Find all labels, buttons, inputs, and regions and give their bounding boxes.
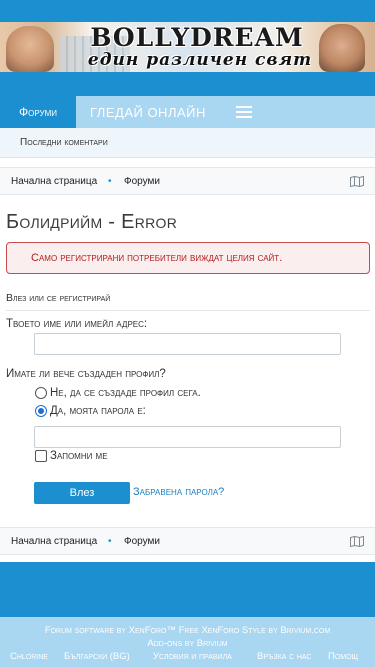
breadcrumb-forums[interactable]: Форуми [124, 176, 160, 187]
sub-nav: Последни коментари [0, 128, 375, 158]
breadcrumb-home[interactable]: Начална страница [11, 176, 97, 187]
radio-no-account[interactable] [35, 387, 47, 399]
breadcrumb-separator: • [108, 176, 112, 187]
breadcrumb-bottom: Начална страница • Форуми [0, 527, 375, 555]
username-input[interactable] [34, 333, 341, 355]
radio-has-account-label[interactable]: Да, моята парола е: [50, 405, 146, 417]
breadcrumb-separator: • [108, 536, 112, 547]
breadcrumb-forums[interactable]: Форуми [124, 536, 160, 547]
sitemap-icon[interactable] [350, 536, 364, 547]
remember-me-checkbox[interactable] [35, 450, 47, 462]
breadcrumb: Начална страница • Форуми [0, 167, 375, 195]
error-message: Само регистрирани потребители виждат цел… [6, 242, 370, 274]
breadcrumb-home[interactable]: Начална страница [11, 536, 97, 547]
sitemap-icon[interactable] [350, 176, 364, 187]
banner-portrait-left [6, 26, 54, 72]
tab-forums[interactable]: Форуми [0, 96, 76, 128]
forgot-password-link[interactable]: Забравена парола? [133, 486, 224, 498]
password-input[interactable] [34, 426, 341, 448]
footer-link-terms[interactable]: Условия и правила [153, 651, 232, 662]
username-label: Твоето име или имейл адрес: [6, 318, 148, 330]
login-section-title: Влез или се регистрирай [6, 292, 370, 311]
logo-subtitle: един различен свят [87, 50, 313, 70]
page-title: Болидрийм - Error [6, 211, 178, 233]
site-logo-banner[interactable]: BOLLYDREAM един различен свят [0, 22, 375, 72]
logo-title: BOLLYDREAM [90, 23, 304, 52]
main-nav: Форуми ГЛЕДАЙ ОНЛАЙН [0, 96, 375, 128]
latest-comments-link[interactable]: Последни коментари [20, 137, 108, 148]
footer-link-help[interactable]: Помощ [328, 651, 358, 662]
tab-watch-online[interactable]: ГЛЕДАЙ ОНЛАЙН [90, 96, 206, 128]
radio-has-account[interactable] [35, 405, 47, 417]
footer-link-style[interactable]: Chlorine [10, 651, 48, 662]
footer-addons[interactable]: Add-ons by Brivium [0, 638, 375, 649]
have-account-label: Имате ли вече създаден профил? [6, 368, 166, 380]
footer-credits[interactable]: Forum software by XenForo™ Free XenForo … [0, 625, 375, 636]
footer-link-contact[interactable]: Връзка с нас [257, 651, 311, 662]
footer-link-language[interactable]: Български (BG) [64, 651, 130, 662]
footer: Forum software by XenForo™ Free XenForo … [0, 617, 375, 667]
hamburger-menu-icon[interactable] [236, 106, 252, 118]
radio-no-account-label[interactable]: Не, да се създаде профил сега. [50, 387, 201, 399]
login-button[interactable]: Влез [34, 482, 130, 504]
remember-me-label[interactable]: Запомни ме [50, 450, 108, 462]
footer-band [0, 562, 375, 617]
